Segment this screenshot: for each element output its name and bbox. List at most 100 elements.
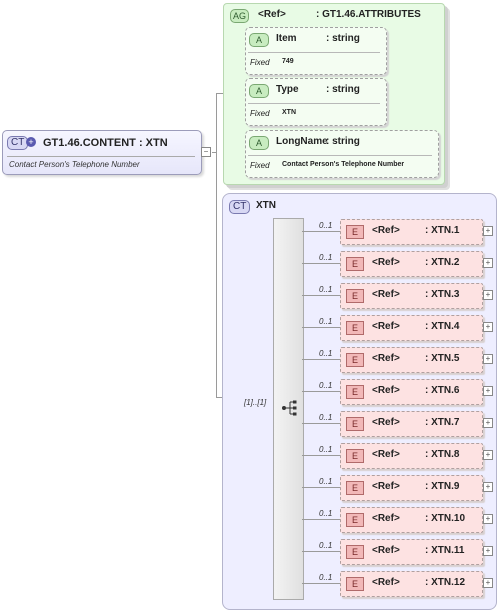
element-occurrence: 0..1 [319,285,333,294]
element-xtn-12[interactable]: E <Ref>: XTN.12 [340,571,483,597]
element-badge: E [346,385,364,399]
collapse-minus-icon[interactable]: − [201,147,211,157]
fixed-value: XTN [282,109,296,116]
element-name: : XTN.8 [425,449,460,460]
element-connector [302,231,340,232]
element-xtn-2[interactable]: E <Ref>: XTN.2 [340,251,483,277]
fixed-value: 749 [282,58,294,65]
element-name: : XTN.5 [425,353,460,364]
element-ref-label: <Ref> [372,481,400,492]
complex-type-name: XTN [256,200,276,211]
element-xtn-5[interactable]: E <Ref> : XTN.5 [340,347,483,373]
element-xtn-1[interactable]: E <Ref> : XTN.1 [340,219,483,245]
root-complex-type[interactable]: CT + GT1.46.CONTENT : XTN Contact Person… [2,130,202,175]
element-occurrence: 0..1 [319,221,333,230]
sequence-occurrence: [1]..[1] [244,398,267,407]
element-xtn-10[interactable]: E <Ref>: XTN.10 [340,507,483,533]
expand-plus-icon[interactable]: + [483,386,493,396]
expand-plus-icon[interactable]: + [483,578,493,588]
attribute-group[interactable]: AG <Ref> : GT1.46.ATTRIBUTES A Item : st… [223,3,445,185]
attribute-type[interactable]: A Type : string Fixed XTN [245,78,387,126]
element-xtn-4[interactable]: E <Ref> : XTN.4 [340,315,483,341]
ag-name: : GT1.46.ATTRIBUTES [316,9,421,20]
element-connector [302,263,340,264]
attribute-badge: A [249,136,269,150]
divider [248,155,432,156]
attribute-name: Item [276,33,297,44]
element-occurrence: 0..1 [319,509,333,518]
element-badge: E [346,225,364,239]
expand-plus-icon[interactable]: + [483,290,493,300]
expand-plus-icon[interactable]: + [483,450,493,460]
element-connector [302,423,340,424]
element-occurrence: 0..1 [319,381,333,390]
element-name: : XTN.12 [425,577,466,588]
element-connector [302,551,340,552]
expand-plus-icon[interactable]: + [483,514,493,524]
root-description: Contact Person's Telephone Number [9,160,140,169]
element-xtn-9[interactable]: E <Ref> : XTN.9 [340,475,483,501]
element-badge: E [346,289,364,303]
expand-plus-icon[interactable]: + [483,226,493,236]
element-name: : XTN.3 [425,289,460,300]
element-badge: E [346,545,364,559]
element-badge: E [346,449,364,463]
fixed-value: Contact Person's Telephone Number [282,161,405,168]
element-occurrence: 0..1 [319,253,333,262]
expand-plus-icon[interactable]: + [483,418,493,428]
expand-plus-icon[interactable]: + [483,482,493,492]
expand-plus-icon[interactable]: + [26,137,36,147]
element-occurrence: 0..1 [319,445,333,454]
expand-plus-icon[interactable]: + [483,322,493,332]
element-name: : XTN.6 [425,385,460,396]
element-badge: E [346,353,364,367]
element-connector [302,359,340,360]
attribute-name: Type [276,84,299,95]
element-connector [302,519,340,520]
element-name: : XTN.2 [425,257,460,268]
element-occurrence: 0..1 [319,413,333,422]
element-ref-label: <Ref> [372,385,400,396]
element-ref-label: <Ref> [372,225,400,236]
fixed-label: Fixed [250,58,270,67]
divider [7,156,195,157]
attribute-item[interactable]: A Item : string Fixed 749 [245,27,387,75]
element-ref-label: <Ref> [372,417,400,428]
element-badge: E [346,321,364,335]
element-xtn-8[interactable]: E <Ref>: XTN.8 [340,443,483,469]
element-ref-label: <Ref> [372,353,400,364]
element-connector [302,327,340,328]
sequence-compositor-icon [282,400,297,416]
attribute-longname[interactable]: A LongName : string Fixed Contact Person… [245,130,439,178]
expand-plus-icon[interactable]: + [483,546,493,556]
element-name: : XTN.1 [425,225,460,236]
element-connector [302,295,340,296]
element-xtn-7[interactable]: E <Ref>: XTN.7 [340,411,483,437]
attribute-name: LongName [276,136,328,147]
element-xtn-6[interactable]: E <Ref> : XTN.6 [340,379,483,405]
expand-plus-icon[interactable]: + [483,354,493,364]
attribute-badge: A [249,84,269,98]
element-connector [302,487,340,488]
divider [248,103,380,104]
ag-ref-label: <Ref> [258,9,286,20]
root-title: GT1.46.CONTENT : XTN [43,137,168,149]
expand-plus-icon[interactable]: + [483,258,493,268]
element-occurrence: 0..1 [319,349,333,358]
divider [248,52,380,53]
element-connector [302,455,340,456]
element-name: : XTN.10 [425,513,466,524]
element-xtn-11[interactable]: E <Ref>: XTN.11 [340,539,483,565]
fixed-label: Fixed [250,161,270,170]
element-name: : XTN.4 [425,321,460,332]
element-ref-label: <Ref> [372,321,400,332]
element-badge: E [346,513,364,527]
element-xtn-3[interactable]: E <Ref>: XTN.3 [340,283,483,309]
element-name: : XTN.9 [425,481,460,492]
element-badge: E [346,257,364,271]
attribute-type: : string [326,33,360,44]
element-connector [302,583,340,584]
element-badge: E [346,481,364,495]
element-connector [302,391,340,392]
trunk-line [216,93,217,397]
